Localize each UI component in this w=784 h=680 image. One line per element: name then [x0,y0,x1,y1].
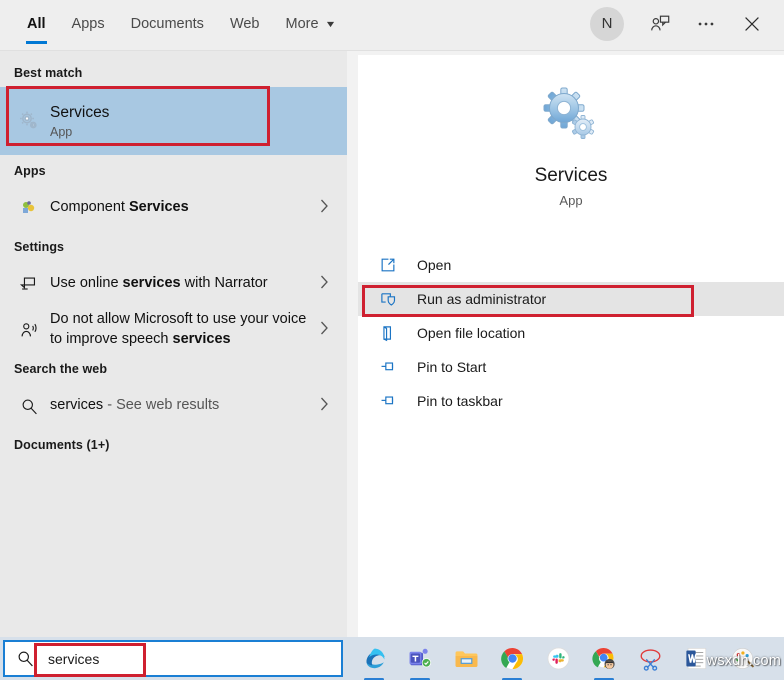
result-title-plain2: with Narrator [180,275,268,292]
result-title-match: services [172,331,231,347]
result-subtitle: App [50,124,73,139]
tab-documents[interactable]: Documents [118,0,217,47]
result-web-services[interactable]: services - See web results [0,383,347,429]
search-flyout: All Apps Documents Web More ▼ N Best mat… [0,0,784,637]
action-open[interactable]: Open [358,248,784,282]
result-component-services[interactable]: Component Services [0,185,347,231]
folder-location-icon [379,324,409,342]
tab-label: More [285,15,319,32]
search-input[interactable]: services [45,651,99,667]
result-title-plain: - See web results [103,397,220,414]
avatar[interactable]: N [590,6,624,41]
microsoft-teams-icon[interactable] [405,644,435,680]
microsoft-word-icon[interactable] [681,644,711,674]
google-chrome-icon[interactable] [497,644,527,680]
preview-app-title: Services [534,165,608,186]
result-text: services - See web results [44,396,311,416]
taskbar-search-box[interactable]: services [3,640,343,677]
ellipsis-icon[interactable] [684,2,728,46]
screen: All Apps Documents Web More ▼ N Best mat… [0,0,784,680]
result-title-match: Services [129,199,189,216]
open-external-icon [379,256,409,274]
result-text: Use online services with Narrator [44,274,311,294]
app-actions-list: Open Run as administrator Open file loca… [358,239,784,637]
tab-web[interactable]: Web [217,0,273,47]
tab-all[interactable]: All [14,0,59,47]
group-title-documents: Documents (1+) [14,438,110,452]
group-title-settings: Settings [14,240,65,254]
pin-icon [379,392,409,410]
result-title: Do not allow Microsoft to use your voice… [50,310,311,349]
group-title-search-the-web: Search the web [14,362,108,376]
header-actions: N [590,0,784,47]
chrome-profile-icon[interactable] [589,644,619,680]
result-title: Services [50,104,110,122]
tab-label: Apps [71,15,105,32]
flyout-body: Best match Services App Apps Component S… [0,51,784,637]
result-title-plain: Component [50,199,129,216]
shield-admin-icon [379,290,409,308]
action-pin-to-start[interactable]: Pin to Start [358,350,784,384]
chevron-right-icon[interactable] [311,275,337,293]
preview-app-subtitle: App [559,193,583,208]
chevron-down-icon: ▼ [323,18,337,29]
action-label: Run as administrator [417,291,547,307]
snipping-tool-icon[interactable] [635,644,665,674]
search-icon [5,649,45,668]
component-services-icon [14,199,44,217]
group-title-apps: Apps [14,164,46,178]
result-title: Component Services [50,198,311,218]
tab-label: All [27,15,46,32]
feedback-person-icon[interactable] [638,2,682,46]
app-preview-card: Services App [358,55,784,239]
result-text: Do not allow Microsoft to use your voice… [44,310,311,349]
file-explorer-icon[interactable] [451,644,481,674]
result-title: Use online services with Narrator [50,274,311,294]
result-title-plain: Use online [50,275,123,292]
preview-pane: Services App Open Run as administrator O… [347,51,784,637]
tab-label: Documents [130,15,204,32]
microsoft-edge-icon[interactable] [359,644,389,680]
result-text: Component Services [44,198,311,218]
services-gears-icon [14,109,44,133]
result-title-match: services [122,275,181,292]
close-icon[interactable] [730,2,774,46]
search-icon [14,397,44,416]
pin-icon [379,358,409,376]
result-speech-services[interactable]: Do not allow Microsoft to use your voice… [0,307,347,353]
action-label: Pin to taskbar [417,393,503,409]
filter-tabs: All Apps Documents Web More ▼ [0,0,347,47]
taskbar: services wsxdn.com [0,637,784,680]
services-gears-icon [542,86,600,149]
result-title-match: services [50,397,104,414]
taskbar-apps [359,637,757,680]
slack-icon[interactable] [543,644,573,674]
paint-icon[interactable] [727,644,757,674]
group-title-best-match: Best match [14,66,83,80]
avatar-initial: N [601,15,613,32]
voice-person-icon [14,320,44,340]
tab-more[interactable]: More ▼ [273,0,348,47]
chevron-right-icon[interactable] [311,199,337,217]
result-narrator-online-services[interactable]: Use online services with Narrator [0,261,347,307]
search-header: All Apps Documents Web More ▼ N [0,0,784,51]
action-label: Pin to Start [417,359,487,375]
action-label: Open file location [417,325,526,341]
action-open-file-location[interactable]: Open file location [358,316,784,350]
result-text: Services App [44,103,337,139]
tab-label: Web [229,15,260,32]
results-list: Best match Services App Apps Component S… [0,51,347,637]
chevron-right-icon[interactable] [311,321,337,339]
action-run-as-administrator[interactable]: Run as administrator [358,282,784,316]
action-label: Open [417,257,452,273]
result-best-match-services[interactable]: Services App [0,87,347,155]
narrator-screen-icon [14,274,44,294]
action-pin-to-taskbar[interactable]: Pin to taskbar [358,384,784,418]
chevron-right-icon[interactable] [311,397,337,415]
tab-apps[interactable]: Apps [59,0,118,47]
result-title: services - See web results [50,396,311,416]
